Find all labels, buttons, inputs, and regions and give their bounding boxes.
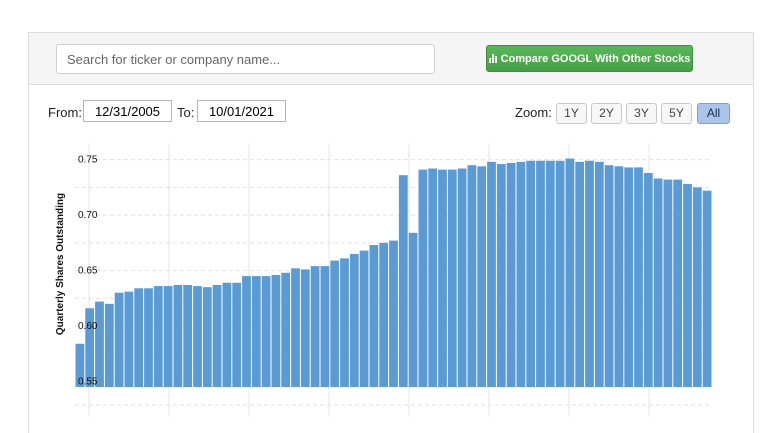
from-label: From: — [48, 105, 82, 120]
stock-chart-panel: Compare GOOGL With Other Stocks From: To… — [28, 32, 754, 433]
zoom-1y-button[interactable]: 1Y — [556, 103, 587, 124]
search-input[interactable] — [56, 44, 435, 74]
toolbar: Compare GOOGL With Other Stocks — [29, 33, 753, 85]
zoom-2y-button[interactable]: 2Y — [591, 103, 622, 124]
zoom-5y-button[interactable]: 5Y — [661, 103, 692, 124]
date-range-row: From: To: Zoom: 1Y 2Y 3Y 5Y All — [29, 100, 753, 124]
to-date-input[interactable] — [197, 100, 286, 122]
zoom-label: Zoom: — [515, 105, 552, 120]
compare-stocks-button[interactable]: Compare GOOGL With Other Stocks — [486, 45, 693, 72]
compare-button-label: Compare GOOGL With Other Stocks — [500, 52, 691, 65]
to-label: To: — [177, 105, 195, 120]
zoom-all-button[interactable]: All — [697, 103, 730, 124]
zoom-3y-button[interactable]: 3Y — [626, 103, 657, 124]
bar-chart-icon — [488, 54, 497, 63]
from-date-input[interactable] — [83, 100, 172, 122]
